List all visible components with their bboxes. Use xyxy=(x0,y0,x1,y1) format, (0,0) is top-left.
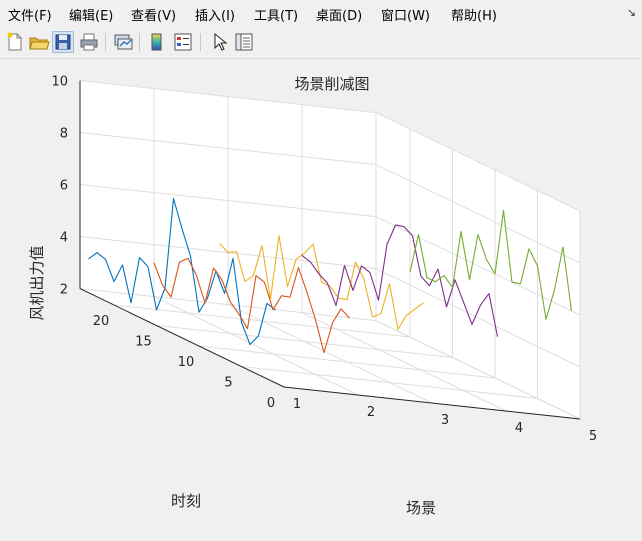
z-tick-label: 2 xyxy=(60,283,68,298)
z-tick-label: 10 xyxy=(51,75,68,90)
y-tick-label: 15 xyxy=(135,335,152,350)
toolbar xyxy=(0,28,642,59)
z-tick-label: 4 xyxy=(60,231,68,246)
new-figure-icon[interactable] xyxy=(4,31,26,53)
x-tick-label: 4 xyxy=(515,421,523,436)
insert-legend-icon[interactable] xyxy=(172,31,194,53)
y-tick-label: 0 xyxy=(267,396,275,411)
menu-edit[interactable]: 编辑(E) xyxy=(69,5,113,24)
x-tick-label: 1 xyxy=(293,397,301,412)
chart-title: 场景削减图 xyxy=(294,75,369,93)
z-axis-label: 风机出力值 xyxy=(28,245,46,320)
print-icon[interactable] xyxy=(78,31,100,53)
toolbar-separator xyxy=(200,33,201,51)
menu-file[interactable]: 文件(F) xyxy=(8,5,52,24)
x-tick-label: 2 xyxy=(367,405,375,420)
toolbar-separator xyxy=(105,33,106,51)
menu-desktop[interactable]: 桌面(D) xyxy=(316,5,362,24)
menu-insert[interactable]: 插入(I) xyxy=(195,5,235,24)
plot-figure[interactable]: 场景削减图 1 2 3 4 5 0 5 10 15 20 2 4 6 8 10 场景 时刻 风机出力值 xyxy=(0,58,642,541)
x-tick-label: 5 xyxy=(589,429,597,444)
property-inspector-icon[interactable] xyxy=(233,31,255,53)
menu-bar: 文件(F) 编辑(E) 查看(V) 插入(I) 工具(T) 桌面(D) 窗口(W… xyxy=(0,0,642,28)
z-tick-label: 8 xyxy=(60,127,68,142)
menu-window[interactable]: 窗口(W) xyxy=(381,5,430,24)
x-tick-label: 3 xyxy=(441,413,449,428)
y-tick-label: 20 xyxy=(93,314,110,329)
save-icon[interactable] xyxy=(52,31,74,53)
axes-walls xyxy=(80,80,580,419)
open-file-icon[interactable] xyxy=(28,31,50,53)
x-axis-label: 场景 xyxy=(406,499,436,517)
edit-plot-arrow-icon[interactable] xyxy=(208,31,230,53)
menu-help[interactable]: 帮助(H) xyxy=(451,5,497,24)
insert-colorbar-icon[interactable] xyxy=(146,31,168,53)
link-plot-icon[interactable] xyxy=(112,31,134,53)
y-tick-label: 5 xyxy=(224,376,232,391)
menu-tools[interactable]: 工具(T) xyxy=(254,5,298,24)
menu-view[interactable]: 查看(V) xyxy=(131,5,176,24)
y-axis-label: 时刻 xyxy=(171,492,201,510)
y-tick-label: 10 xyxy=(178,355,195,370)
z-tick-label: 6 xyxy=(60,179,68,194)
dock-figure-icon[interactable]: ↘ xyxy=(627,6,636,19)
toolbar-separator xyxy=(139,33,140,51)
